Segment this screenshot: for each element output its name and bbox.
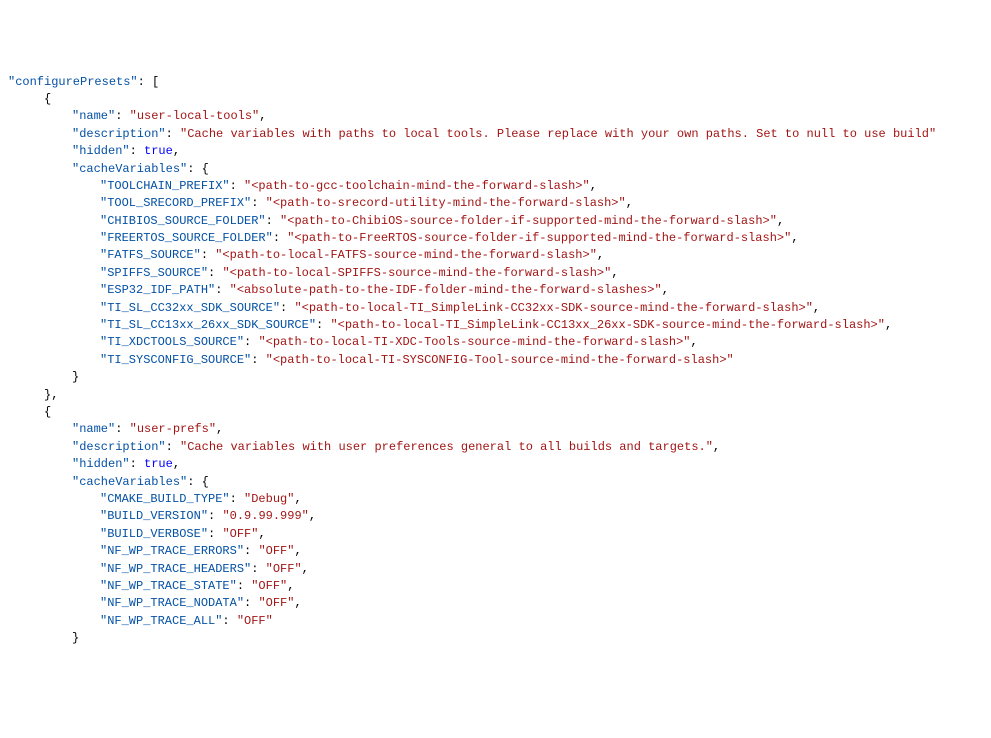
preset-description-line: "description": "Cache variables with use… [8, 439, 983, 456]
cache-variable-line: "NF_WP_TRACE_ERRORS": "OFF", [8, 543, 983, 560]
root-key-line: "configurePresets": [ [8, 74, 983, 91]
cache-variable-line: "TI_SL_CC13xx_26xx_SDK_SOURCE": "<path-t… [8, 317, 983, 334]
cache-variable-line: "TOOLCHAIN_PREFIX": "<path-to-gcc-toolch… [8, 178, 983, 195]
cache-variable-line: "BUILD_VERSION": "0.9.99.999", [8, 508, 983, 525]
json-code-block: "configurePresets": [{"name": "user-loca… [8, 74, 983, 648]
preset-name-line: "name": "user-local-tools", [8, 108, 983, 125]
preset-close-brace: }, [8, 387, 983, 404]
cache-variable-line: "CMAKE_BUILD_TYPE": "Debug", [8, 491, 983, 508]
cache-variable-line: "SPIFFS_SOURCE": "<path-to-local-SPIFFS-… [8, 265, 983, 282]
preset-description-line: "description": "Cache variables with pat… [8, 126, 983, 143]
cache-variable-line: "NF_WP_TRACE_HEADERS": "OFF", [8, 561, 983, 578]
cache-variable-line: "TOOL_SRECORD_PREFIX": "<path-to-srecord… [8, 195, 983, 212]
cache-variable-line: "NF_WP_TRACE_NODATA": "OFF", [8, 595, 983, 612]
cache-variable-line: "TI_SL_CC32xx_SDK_SOURCE": "<path-to-loc… [8, 300, 983, 317]
preset-open-brace: { [8, 404, 983, 421]
cache-variable-line: "FREERTOS_SOURCE_FOLDER": "<path-to-Free… [8, 230, 983, 247]
preset-hidden-line: "hidden": true, [8, 143, 983, 160]
preset-cachevar-close: } [8, 630, 983, 647]
cache-variable-line: "ESP32_IDF_PATH": "<absolute-path-to-the… [8, 282, 983, 299]
preset-open-brace: { [8, 91, 983, 108]
preset-cachevar-open: "cacheVariables": { [8, 161, 983, 178]
cache-variable-line: "TI_SYSCONFIG_SOURCE": "<path-to-local-T… [8, 352, 983, 369]
preset-cachevar-open: "cacheVariables": { [8, 474, 983, 491]
preset-hidden-line: "hidden": true, [8, 456, 983, 473]
cache-variable-line: "NF_WP_TRACE_ALL": "OFF" [8, 613, 983, 630]
preset-name-line: "name": "user-prefs", [8, 421, 983, 438]
cache-variable-line: "NF_WP_TRACE_STATE": "OFF", [8, 578, 983, 595]
preset-cachevar-close: } [8, 369, 983, 386]
cache-variable-line: "FATFS_SOURCE": "<path-to-local-FATFS-so… [8, 247, 983, 264]
cache-variable-line: "BUILD_VERBOSE": "OFF", [8, 526, 983, 543]
cache-variable-line: "TI_XDCTOOLS_SOURCE": "<path-to-local-TI… [8, 334, 983, 351]
cache-variable-line: "CHIBIOS_SOURCE_FOLDER": "<path-to-Chibi… [8, 213, 983, 230]
